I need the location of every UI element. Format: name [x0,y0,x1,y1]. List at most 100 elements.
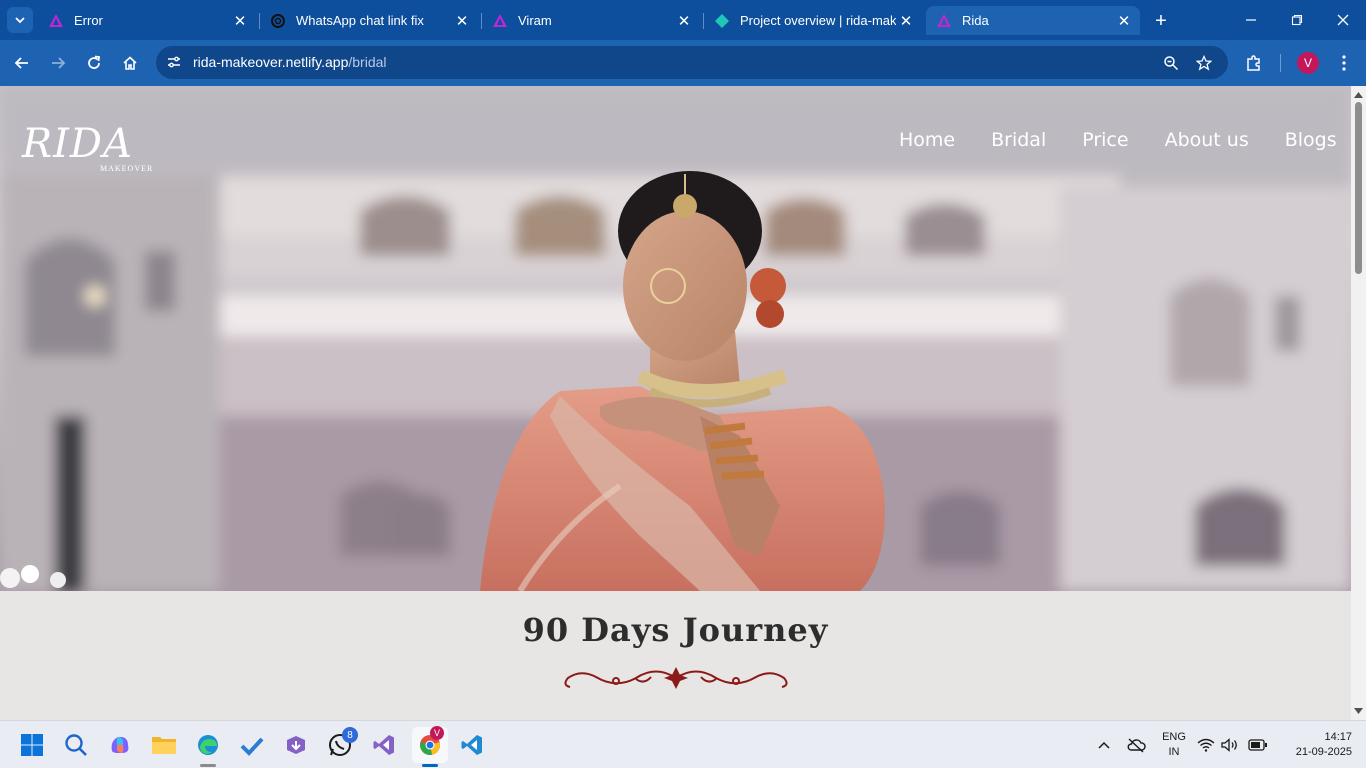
close-tab-icon[interactable]: ✕ [674,11,694,31]
close-tab-icon[interactable]: ✕ [230,11,250,31]
site-navigation: Home Bridal Price About us Blogs [899,129,1337,151]
nav-link-price[interactable]: Price [1082,129,1128,151]
app-logo-icon [48,13,64,29]
tab-search-button[interactable] [7,7,33,33]
windows-logo-icon [21,734,43,756]
chevron-down-icon [15,17,25,24]
home-button[interactable] [118,51,142,75]
site-info-icon[interactable] [164,52,184,72]
close-tab-icon[interactable]: ✕ [896,11,916,31]
app-logo-icon [936,13,952,29]
restore-button[interactable] [1285,8,1309,32]
copilot-button[interactable] [104,729,136,761]
forward-button[interactable] [46,51,70,75]
site-logo[interactable]: RIDA MAKEOVER [22,121,152,178]
vscode-button[interactable] [456,729,488,761]
ornament-divider-icon [564,667,788,689]
taskbar-search-button[interactable] [60,729,92,761]
netlify-icon [714,13,730,29]
tab-rida[interactable]: Rida ✕ [926,6,1140,35]
scroll-up-arrow-icon[interactable] [1354,90,1363,99]
more-vert-icon [1342,55,1346,71]
url-path: /bridal [348,54,387,70]
volume-button[interactable] [1220,729,1240,761]
tab-title: Rida [962,13,989,28]
language-indicator[interactable]: ENG IN [1158,730,1190,760]
region-code: IN [1168,746,1180,758]
todo-button[interactable] [236,729,268,761]
tab-title: Error [74,13,103,28]
close-window-button[interactable] [1331,8,1355,32]
openai-icon [270,13,286,29]
show-hidden-icons-button[interactable] [1088,729,1120,761]
zoom-icon[interactable] [1160,52,1182,74]
start-button[interactable] [16,729,48,761]
close-icon [1337,14,1349,26]
new-tab-button[interactable]: + [1149,9,1173,33]
tab-error[interactable]: Error ✕ [38,6,256,35]
tab-project-overview[interactable]: Project overview | rida-make ✕ [704,6,922,35]
clock-date: 21-09-2025 [1295,746,1352,758]
folder-icon [152,737,176,754]
section-title: 90 Days Journey [522,611,829,649]
restore-icon [1291,14,1303,26]
edge-button[interactable] [192,729,224,761]
search-icon [65,734,87,756]
scroll-down-arrow-icon[interactable] [1354,706,1363,715]
profile-avatar[interactable]: V [1297,52,1319,74]
windows-taskbar: 8 V ENG IN 14:17 21-09-2025 [0,720,1366,768]
language-code: ENG [1162,731,1186,743]
page-viewport: RIDA MAKEOVER Home Bridal Price About us… [0,86,1351,720]
chevron-up-icon [1098,741,1110,749]
cloud-offline-icon [1127,738,1146,753]
nav-link-bridal[interactable]: Bridal [991,129,1046,151]
url-host: rida-makeover.netlify.app [193,54,349,70]
reload-icon [88,55,101,69]
battery-button[interactable] [1246,729,1270,761]
url-text[interactable]: rida-makeover.netlify.app/bridal [193,54,387,70]
close-tab-icon[interactable]: ✕ [1114,11,1134,31]
active-app-indicator [422,764,438,767]
nav-link-about-us[interactable]: About us [1165,129,1249,151]
clock[interactable]: 14:17 21-09-2025 [1280,730,1352,760]
minimize-icon [1246,19,1256,21]
visual-studio-button[interactable] [368,729,400,761]
speaker-icon [1221,738,1237,752]
tab-viram[interactable]: Viram ✕ [482,6,700,35]
tab-title: Project overview | rida-make [740,13,896,28]
whatsapp-notification-badge: 8 [342,727,358,743]
palace-background-image [0,86,1351,591]
logo-main-text: RIDA [22,121,133,167]
visual-studio-installer-button[interactable] [280,729,312,761]
puzzle-icon [1247,55,1260,71]
home-icon [123,56,137,70]
wifi-icon [1197,738,1215,752]
hero-banner: RIDA MAKEOVER Home Bridal Price About us… [0,86,1351,591]
visual-studio-icon [373,735,394,755]
tab-whatsapp-chat-link-fix[interactable]: WhatsApp chat link fix ✕ [260,6,478,35]
wifi-button[interactable] [1196,729,1216,761]
clock-time: 14:17 [1324,731,1352,743]
running-indicator [200,764,216,767]
file-explorer-button[interactable] [148,729,180,761]
edge-icon [198,735,218,755]
scrollbar-thumb[interactable] [1355,102,1362,274]
page-scrollbar[interactable] [1351,86,1366,720]
minimize-button[interactable] [1239,8,1263,32]
close-tab-icon[interactable]: ✕ [452,11,472,31]
onedrive-button[interactable] [1120,729,1152,761]
back-button[interactable] [10,51,34,75]
reload-button[interactable] [82,51,106,75]
browser-toolbar: rida-makeover.netlify.app/bridal V [0,40,1366,86]
toolbar-divider [1280,54,1281,72]
address-bar[interactable]: rida-makeover.netlify.app/bridal [156,46,1228,79]
browser-menu-button[interactable] [1332,51,1356,75]
extensions-button[interactable] [1242,51,1266,75]
battery-icon [1248,739,1267,751]
nav-link-home[interactable]: Home [899,129,955,151]
bookmark-star-icon[interactable] [1193,52,1215,74]
nav-link-blogs[interactable]: Blogs [1285,129,1337,151]
visual-studio-installer-icon [287,736,305,754]
checkmark-icon [240,737,264,756]
vscode-icon [461,735,482,755]
